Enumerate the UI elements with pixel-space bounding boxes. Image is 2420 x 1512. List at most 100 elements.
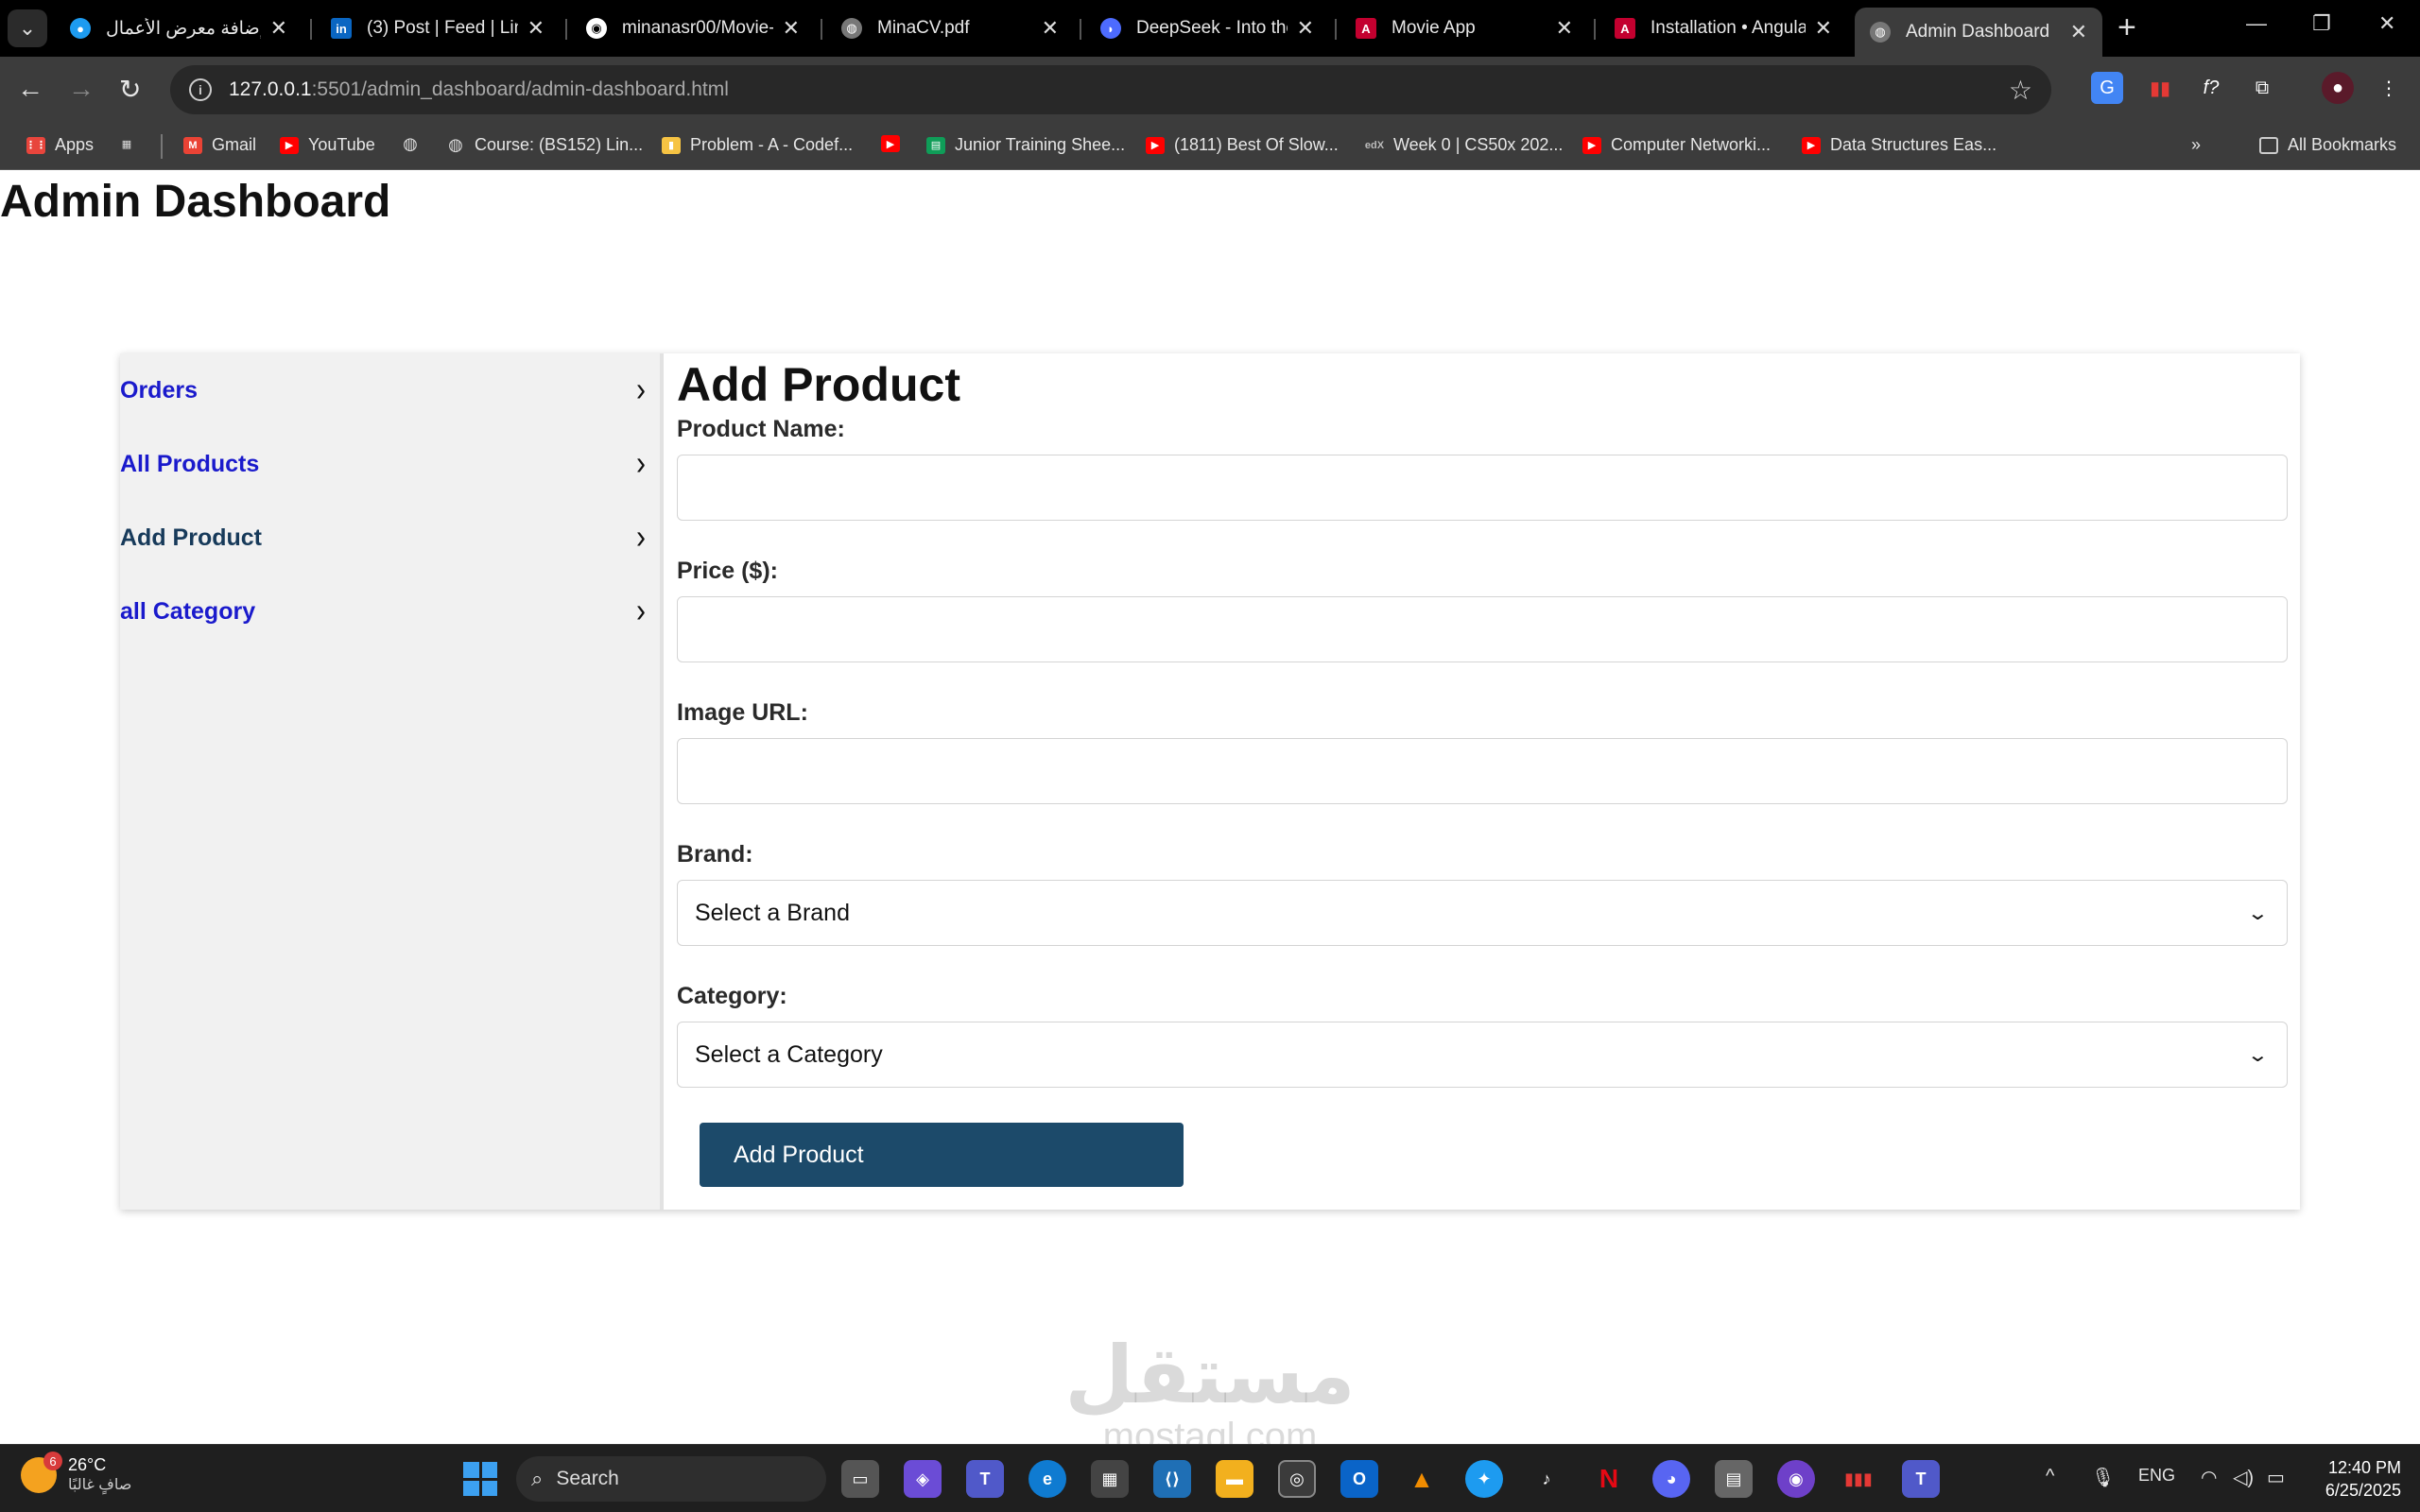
language-indicator[interactable]: ENG — [2138, 1466, 2175, 1486]
browser-tab-strip: ⌄ ● إضافة معرض الأعمال ✕ in (3) Post | F… — [0, 0, 2420, 57]
linkedin-icon: in — [331, 18, 352, 39]
teams-work-icon[interactable]: T — [1902, 1460, 1940, 1498]
tab-7-active[interactable]: ◍ Admin Dashboard ✕ — [1855, 8, 2102, 57]
menu-kebab-icon[interactable]: ⋮ — [2373, 72, 2405, 104]
category-select[interactable]: Select a Category ⌄ — [677, 1022, 2288, 1088]
add-product-form: Add Product Product Name: Price ($): Ima… — [677, 353, 2299, 1210]
restore-icon[interactable]: ❐ — [2312, 11, 2331, 36]
tray-overflow-chevron-icon[interactable]: ^ — [2046, 1466, 2054, 1487]
microphone-muted-icon[interactable]: 🎙 — [2091, 1466, 2115, 1489]
close-window-icon[interactable]: ✕ — [2378, 11, 2395, 36]
image-url-input[interactable] — [677, 738, 2288, 804]
close-tab-icon[interactable]: ✕ — [1042, 16, 1059, 41]
price-input[interactable] — [677, 596, 2288, 662]
minimize-icon[interactable]: — — [2246, 11, 2267, 36]
back-arrow-icon[interactable]: ← — [17, 74, 43, 104]
bookmark-globe[interactable]: ◍ — [401, 134, 429, 153]
close-tab-icon[interactable]: ✕ — [270, 16, 287, 41]
close-tab-icon[interactable]: ✕ — [783, 16, 800, 41]
vscode-icon[interactable]: ⟨⟩ — [1153, 1460, 1191, 1498]
globe-icon: ◍ — [448, 135, 463, 154]
tab-title: DeepSeek - Into the Unknown — [1136, 18, 1288, 38]
github-icon: ◉ — [586, 18, 607, 39]
bookmark-youtube-2[interactable]: ▶ — [881, 135, 909, 152]
gmail-icon: M — [183, 136, 202, 154]
formula-extension-icon[interactable]: f? — [2195, 72, 2227, 104]
vlc-icon[interactable]: ▲ — [1403, 1460, 1441, 1498]
bookmark-data-structures[interactable]: ▶ Data Structures Eas... — [1802, 135, 1996, 155]
close-tab-icon[interactable]: ✕ — [1815, 16, 1832, 41]
file-explorer-icon[interactable]: ▬ — [1216, 1460, 1253, 1498]
brand-select[interactable]: Select a Brand ⌄ — [677, 880, 2288, 946]
sidebar-item-label: all Category — [120, 597, 256, 625]
profile-avatar-icon[interactable]: ● — [2322, 72, 2354, 104]
sidebar-item-orders[interactable]: Orders › — [120, 353, 659, 427]
sidebar-item-all-category[interactable]: all Category › — [120, 575, 659, 648]
chrome-icon[interactable]: ◎ — [1278, 1460, 1316, 1498]
system-clock[interactable]: 12:40 PM 6/25/2025 — [2307, 1456, 2401, 1502]
tab-search-button[interactable]: ⌄ — [8, 9, 47, 47]
bookmark-networking[interactable]: ▶ Computer Networki... — [1582, 135, 1771, 155]
bookmark-grid[interactable]: ▦ — [117, 135, 146, 152]
wifi-icon[interactable]: ◠ — [2201, 1466, 2217, 1489]
close-tab-icon[interactable]: ✕ — [1297, 16, 1314, 41]
bookmark-codeforces[interactable]: ▮ Problem - A - Codef... — [662, 135, 853, 155]
tiktok-icon[interactable]: ♪ — [1528, 1460, 1565, 1498]
add-product-button[interactable]: Add Product — [700, 1123, 1184, 1187]
tab-6[interactable]: A Installation • Angular ✕ — [1599, 8, 1847, 49]
task-view-icon[interactable]: ▭ — [841, 1460, 879, 1498]
tab-2[interactable]: ◉ minanasr00/Movie-app ✕ — [571, 8, 815, 49]
battery-icon[interactable]: ▭ — [2267, 1466, 2285, 1489]
sheets-icon: ▤ — [926, 136, 945, 154]
volume-icon[interactable]: ◁) — [2233, 1466, 2254, 1489]
teams-icon[interactable]: T — [966, 1460, 1004, 1498]
bookmark-junior-sheet[interactable]: ▤ Junior Training Shee... — [926, 135, 1125, 155]
netflix-icon[interactable]: N — [1590, 1460, 1628, 1498]
translate-extension-icon[interactable]: G — [2091, 72, 2123, 104]
audio-app-icon[interactable]: ▮▮▮ — [1840, 1460, 1877, 1498]
twitter-icon[interactable]: ✦ — [1465, 1460, 1503, 1498]
sidebar-item-all-products[interactable]: All Products › — [120, 427, 659, 501]
brand-label: Brand: — [677, 841, 753, 868]
bookmark-youtube[interactable]: ▶ YouTube — [280, 135, 375, 155]
bookmark-label: YouTube — [308, 135, 375, 154]
bookmark-star-icon[interactable]: ☆ — [2009, 75, 2032, 106]
tab-5[interactable]: A Movie App ✕ — [1340, 8, 1588, 49]
copilot-icon[interactable]: ◈ — [904, 1460, 942, 1498]
store-icon[interactable]: ▦ — [1091, 1460, 1129, 1498]
edge-icon[interactable]: e — [1028, 1460, 1066, 1498]
chevron-down-icon: ⌄ — [2246, 1044, 2270, 1066]
close-tab-icon[interactable]: ✕ — [2070, 20, 2087, 44]
extensions-puzzle-icon[interactable]: ⧉ — [2246, 72, 2278, 104]
discord-icon[interactable]: ◕ — [1652, 1460, 1690, 1498]
bookmark-course[interactable]: ◍ Course: (BS152) Lin... — [446, 135, 643, 155]
reload-icon[interactable]: ↻ — [119, 74, 141, 105]
product-name-input[interactable] — [677, 455, 2288, 521]
more-bookmarks-chevron-icon[interactable]: » — [2191, 135, 2201, 155]
tab-1[interactable]: in (3) Post | Feed | LinkedIn ✕ — [316, 8, 560, 49]
github-desktop-icon[interactable]: ◉ — [1777, 1460, 1815, 1498]
close-tab-icon[interactable]: ✕ — [527, 16, 544, 41]
bookmarks-bar: ⋮⋮ Apps ▦ M Gmail ▶ YouTube ◍ ◍ Course: (BS1… — [0, 123, 2420, 170]
address-bar[interactable]: i 127.0.0.1:5501/admin_dashboard/admin-d… — [170, 65, 2051, 114]
tab-3[interactable]: ◍ MinaCV.pdf ✕ — [826, 8, 1074, 49]
bookmark-cs50[interactable]: edX Week 0 | CS50x 202... — [1365, 135, 1564, 155]
sidebar-item-add-product[interactable]: Add Product › — [120, 501, 659, 575]
taskbar-search[interactable]: ⌕ Search — [516, 1456, 826, 1502]
forward-arrow-icon[interactable]: → — [68, 74, 95, 104]
audio-extension-icon[interactable]: ▮▮ — [2144, 72, 2176, 104]
close-tab-icon[interactable]: ✕ — [1556, 16, 1573, 41]
printer-icon[interactable]: ▤ — [1715, 1460, 1753, 1498]
globe-icon: ◍ — [841, 18, 862, 39]
outlook-icon[interactable]: O — [1340, 1460, 1378, 1498]
site-info-icon[interactable]: i — [189, 78, 212, 101]
tab-4[interactable]: ◗ DeepSeek - Into the Unknown ✕ — [1085, 8, 1329, 49]
bookmark-apps[interactable]: ⋮⋮ Apps — [26, 135, 94, 155]
bookmark-gmail[interactable]: M Gmail — [183, 135, 256, 155]
bookmark-best-of-slow[interactable]: ▶ (1811) Best Of Slow... — [1146, 135, 1339, 155]
weather-widget[interactable]: 6 26°C صافٍ غالبًا — [21, 1452, 131, 1496]
start-windows-icon[interactable] — [463, 1462, 497, 1496]
tab-0[interactable]: ● إضافة معرض الأعمال ✕ — [55, 8, 302, 49]
all-bookmarks-button[interactable]: All Bookmarks — [2259, 135, 2396, 155]
new-tab-button[interactable]: + — [2118, 9, 2136, 46]
